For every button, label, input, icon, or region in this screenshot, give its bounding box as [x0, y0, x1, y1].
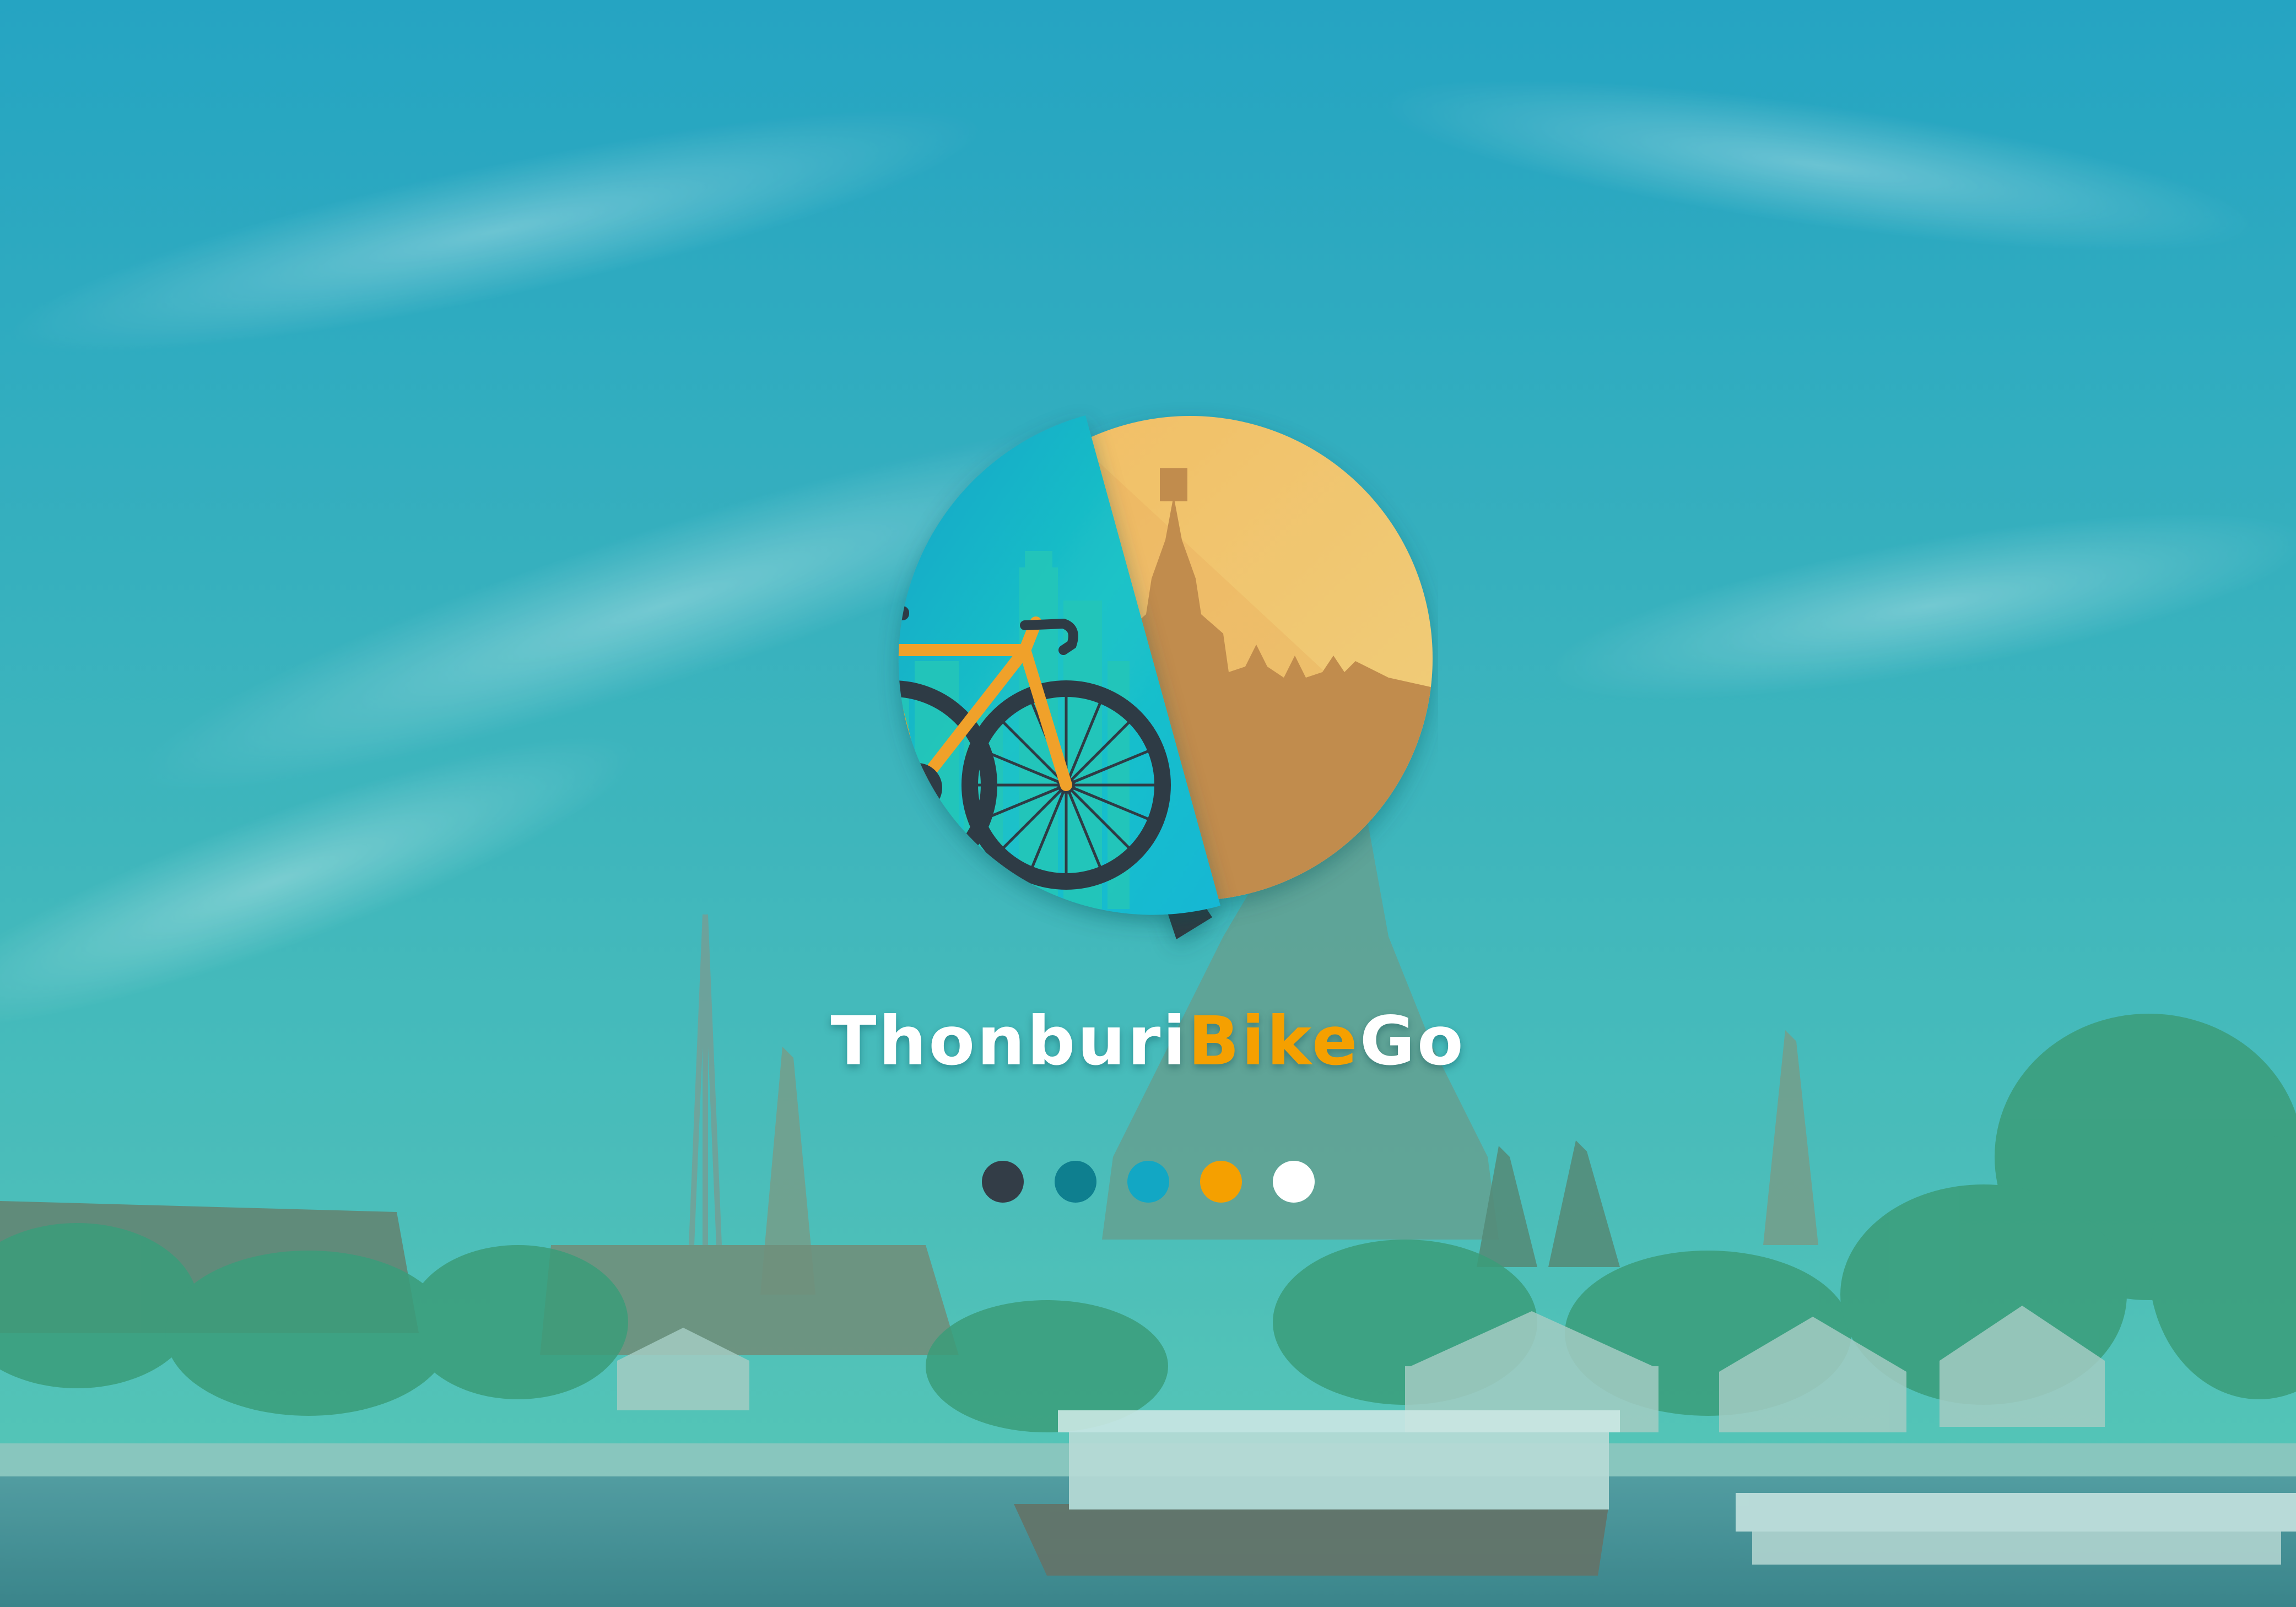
color-palette	[0, 1157, 2296, 1206]
brand-wordmark: ThonburiBikeGo	[0, 992, 2296, 1091]
brand-name-go: Go	[1359, 1002, 1466, 1080]
brand-name-thonburi: Thonburi	[830, 1002, 1188, 1080]
brand-name-bike: Bike	[1188, 1002, 1360, 1080]
brand-logo	[898, 415, 1433, 939]
swatch-cyan	[1127, 1161, 1169, 1203]
swatch-charcoal	[981, 1161, 1024, 1203]
swatch-orange	[1200, 1161, 1242, 1203]
swatch-white	[1272, 1161, 1315, 1203]
swatch-petrol	[1054, 1161, 1096, 1203]
